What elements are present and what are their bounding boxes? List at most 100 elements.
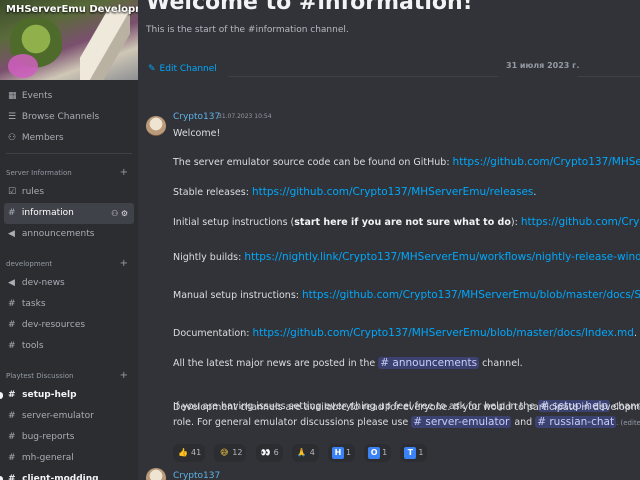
hash-icon: #: [8, 299, 16, 309]
channel-client-modding[interactable]: # client-modding: [0, 469, 138, 480]
channel-label: setup-help: [22, 390, 77, 400]
line-text: All the latest major news are posted in …: [173, 358, 379, 369]
channel-information[interactable]: # information ⚇ ⚙: [4, 203, 134, 224]
channel-tasks[interactable]: # tasks: [0, 294, 138, 315]
channel-label: dev-resources: [21, 320, 86, 330]
server-name[interactable]: MHServerEmu Development: [6, 4, 138, 15]
channel-label: server-emulator: [21, 411, 94, 421]
channel-mention-announcements[interactable]: # announcements: [378, 357, 480, 369]
hash-icon: #: [8, 453, 16, 463]
message-author[interactable]: Crypto137: [173, 471, 220, 480]
letter-t-icon: T: [404, 446, 417, 459]
channel-server-emulator[interactable]: # server-emulator: [0, 406, 138, 427]
category-label: Server Information: [6, 169, 72, 177]
megaphone-icon: ◀: [8, 278, 15, 288]
eyes-icon: 👀: [260, 447, 271, 457]
server-name-label: MHServerEmu Development: [6, 4, 138, 15]
megaphone-icon: ◀: [8, 229, 15, 239]
server-banner[interactable]: MHServerEmu Development: [0, 0, 138, 80]
gear-icon[interactable]: ⚙: [121, 209, 128, 218]
reaction-letter-t[interactable]: T1: [400, 444, 428, 462]
letter-h-icon: H: [331, 446, 344, 459]
nightly-link[interactable]: https://nightly.link/Crypto137/MHServerE…: [244, 251, 640, 263]
chat-area: Welcome to #information! This is the sta…: [138, 0, 640, 480]
sidebar-item-browse-channels[interactable]: ☰ Browse Channels: [0, 107, 138, 128]
sidebar-item-events[interactable]: ▦ Events: [0, 86, 138, 107]
rules-icon: ☑: [8, 187, 17, 197]
reaction-letter-o[interactable]: O1: [364, 444, 392, 462]
initial-setup-link[interactable]: https://github.com/Crypto137/MHServerEmu: [521, 216, 640, 228]
line-text: channel.: [479, 358, 523, 369]
grin-sweat-icon: 😅: [220, 447, 229, 457]
invite-icon[interactable]: ⚇: [111, 209, 118, 218]
line-text: Manual setup instructions:: [173, 290, 302, 301]
hash-icon: #: [8, 411, 16, 421]
category-server-information[interactable]: Server Information +: [0, 164, 138, 182]
channel-label: information: [21, 208, 74, 218]
reaction-count: 12: [232, 448, 243, 457]
category-playtest-discussion[interactable]: Playtest Discussion +: [0, 367, 138, 385]
channel-setup-help[interactable]: # setup-help: [0, 385, 138, 406]
banner-character-pink: [8, 54, 38, 78]
date-divider-label: 31 июля 2023 г.: [506, 61, 580, 70]
channel-dev-resources[interactable]: # dev-resources: [0, 315, 138, 336]
reaction-grin-sweat[interactable]: 😅 12: [214, 444, 247, 462]
github-link[interactable]: https://github.com/Crypto137/MHServerEmu: [453, 156, 640, 168]
channel-label: client-modding: [22, 474, 99, 480]
add-channel-icon[interactable]: +: [120, 255, 128, 273]
category-label: Playtest Discussion: [6, 372, 74, 380]
line-text: role. For general emulator discussions p…: [173, 417, 412, 428]
message-line-greeting: Welcome!: [173, 128, 221, 139]
channel-label: dev-news: [21, 278, 65, 288]
manual-setup-link[interactable]: https://github.com/Crypto137/MHServerEmu…: [302, 289, 640, 301]
hash-icon: #: [8, 474, 16, 480]
channel-sidebar: MHServerEmu Development ▦ Events ☰ Brows…: [0, 0, 138, 480]
channel-label: announcements: [21, 229, 95, 239]
channel-rules[interactable]: ☑ rules: [0, 182, 138, 203]
reaction-count: 1: [345, 448, 352, 457]
category-development[interactable]: development +: [0, 255, 138, 273]
channel-dev-news[interactable]: ◀ dev-news: [0, 273, 138, 294]
reaction-letter-h[interactable]: H1: [327, 444, 356, 462]
reaction-pray[interactable]: 🙏 4: [291, 444, 319, 462]
line-text: .: [533, 187, 537, 198]
members-icon: ⚇: [8, 133, 17, 143]
channel-mh-general[interactable]: # mh-general: [0, 448, 138, 469]
line-text: Initial setup instructions (: [173, 217, 295, 228]
channel-welcome-subtitle: This is the start of the #information ch…: [146, 25, 349, 35]
hash-icon: #: [8, 432, 16, 442]
reaction-thumbs-up[interactable]: 👍 41: [173, 444, 206, 462]
edited-label: . (edited): [616, 419, 640, 427]
channel-welcome-title: Welcome to #information!: [146, 0, 473, 15]
divider-line: [228, 76, 498, 77]
reaction-count: 41: [191, 448, 202, 457]
line-text: Documentation:: [173, 328, 253, 339]
channel-mention-server-emulator[interactable]: # server-emulator: [411, 416, 512, 428]
message-timestamp: 31.07.2023 10:54: [218, 113, 272, 120]
channel-bug-reports[interactable]: # bug-reports: [0, 427, 138, 448]
channel-tools[interactable]: # tools: [0, 336, 138, 357]
category-label: development: [6, 260, 53, 268]
message-author[interactable]: Crypto137: [173, 112, 220, 122]
avatar[interactable]: [146, 116, 166, 136]
hash-icon: #: [8, 341, 16, 351]
channel-mention-russian-chat[interactable]: # russian-chat: [535, 416, 617, 428]
message-line-dev-1: Development channels are available to re…: [173, 402, 640, 413]
channel-label: mh-general: [21, 453, 74, 463]
letter-o-icon: O: [368, 446, 381, 459]
line-text: and: [511, 417, 536, 428]
sidebar-item-members[interactable]: ⚇ Members: [0, 128, 138, 149]
releases-link[interactable]: https://github.com/Crypto137/MHServerEmu…: [252, 186, 533, 198]
banner-character-white: [80, 10, 130, 80]
channel-announcements[interactable]: ◀ announcements: [0, 224, 138, 245]
docs-link[interactable]: https://github.com/Crypto137/MHServerEmu…: [252, 327, 633, 339]
message-line-stable: Stable releases: https://github.com/Cryp…: [173, 186, 536, 198]
pray-icon: 🙏: [296, 447, 307, 457]
line-text: The server emulator source code can be f…: [173, 157, 453, 168]
reaction-eyes[interactable]: 👀 6: [255, 444, 283, 462]
add-channel-icon[interactable]: +: [120, 164, 128, 182]
bold-text: start here if you are not sure what to d…: [294, 217, 511, 228]
add-channel-icon[interactable]: +: [120, 367, 128, 385]
reactions-bar: 👍 41 😅 12 👀 6 🙏 4 H1 O1 T1: [173, 440, 431, 462]
sidebar-item-label: Events: [21, 91, 53, 101]
